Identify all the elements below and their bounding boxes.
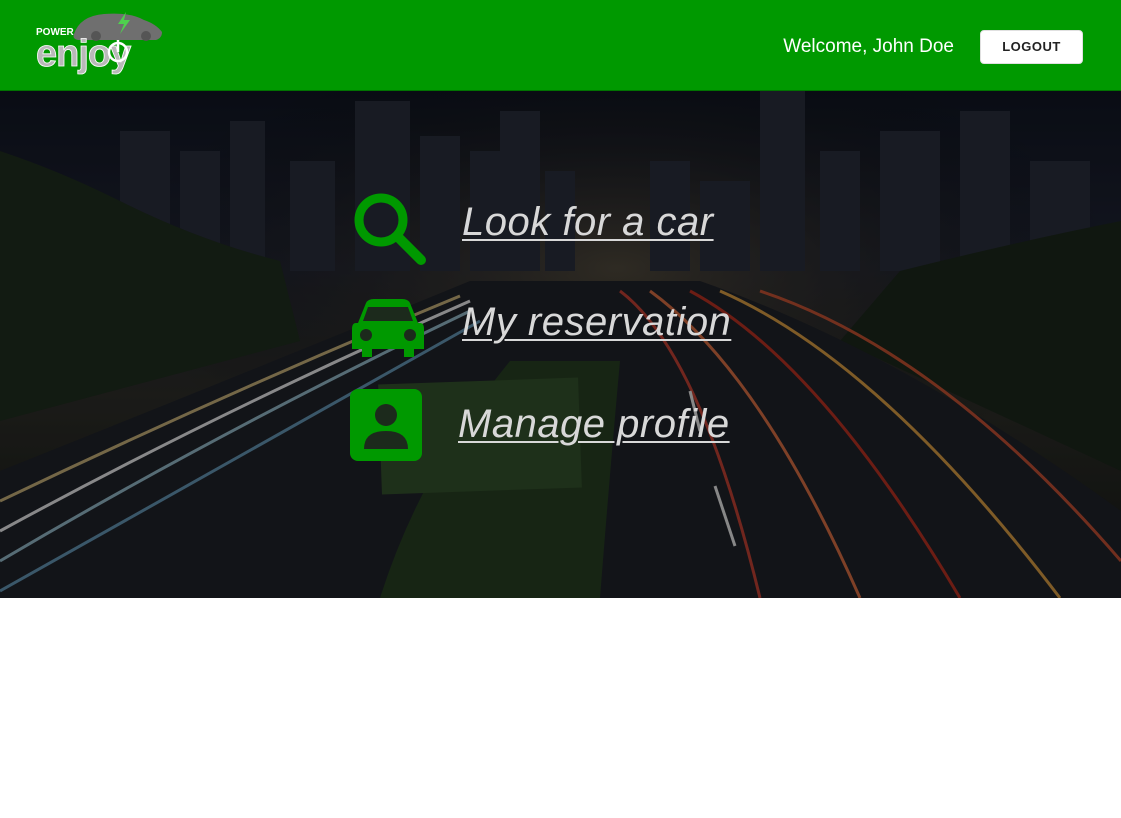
logo-enjoy-text: enjoy (36, 33, 131, 75)
car-icon[interactable] (352, 297, 424, 359)
menu-item-look-for-car[interactable]: Look for a car (350, 187, 730, 267)
menu-label-my-reservation[interactable]: My reservation (462, 299, 731, 345)
menu-item-manage-profile[interactable]: Manage profile (350, 389, 740, 469)
menu-label-look-for-car[interactable]: Look for a car (462, 199, 714, 245)
logout-button[interactable]: LOGOUT (980, 30, 1083, 64)
power-enjoy-logo[interactable]: POWER enjoy (34, 6, 166, 86)
menu-item-my-reservation[interactable]: My reservation (350, 289, 740, 369)
search-icon[interactable] (352, 191, 426, 265)
logo-graphic: POWER enjoy (36, 12, 162, 75)
menu-label-manage-profile[interactable]: Manage profile (458, 401, 730, 447)
profile-icon[interactable] (350, 389, 422, 461)
hero-banner: Look for a car My reservation Manage pro… (0, 91, 1121, 598)
top-navbar: POWER enjoy Welcome, John Doe LOGOUT (0, 0, 1121, 91)
welcome-message: Welcome, John Doe (783, 36, 954, 57)
